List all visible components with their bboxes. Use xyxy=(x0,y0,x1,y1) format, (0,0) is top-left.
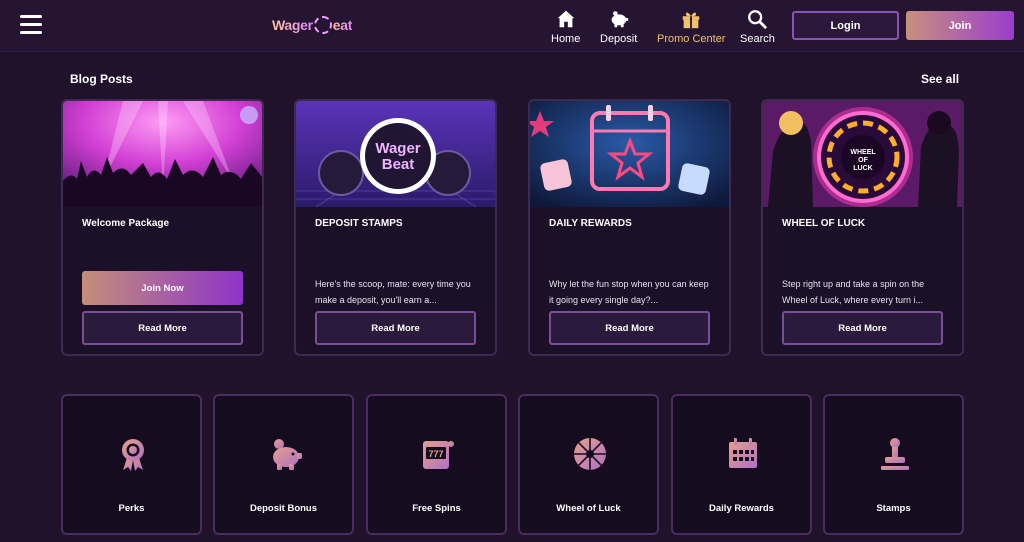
ribbon-award-icon xyxy=(122,439,144,471)
logo-chip-icon xyxy=(313,16,332,34)
nav-promo-center-label: Promo Center xyxy=(657,33,726,45)
nav-search[interactable]: Search xyxy=(740,8,775,46)
nav-home-label: Home xyxy=(551,33,581,45)
menu-icon[interactable] xyxy=(20,15,42,35)
daily-rewards-image xyxy=(530,101,729,207)
read-more-button[interactable]: Read More xyxy=(782,311,943,345)
search-icon xyxy=(748,10,768,29)
promo-tile-label: Free Spins xyxy=(412,503,461,514)
svg-text:OF: OF xyxy=(858,157,868,164)
blog-card-deposit-stamps: Wager Beat DEPOSIT STAMPS Here's the sco… xyxy=(294,99,497,356)
blog-posts-title: Blog Posts xyxy=(70,72,133,86)
promo-tile-wheel-of-luck[interactable]: Wheel of Luck xyxy=(518,394,659,535)
stamp-icon xyxy=(881,438,909,470)
promo-tile-label: Perks xyxy=(118,503,145,514)
wheel-icon xyxy=(574,438,606,470)
blog-card-daily-rewards: DAILY REWARDS Why let the fun stop when … xyxy=(528,99,731,356)
deposit-stamps-image: Wager Beat xyxy=(296,101,495,207)
promo-tile-deposit-bonus[interactable]: Deposit Bonus xyxy=(213,394,354,535)
logo[interactable]: Wager eat xyxy=(272,12,352,38)
join-now-button[interactable]: Join Now xyxy=(82,271,243,305)
promo-tile-perks[interactable]: Perks xyxy=(61,394,202,535)
promo-tile-label: Wheel of Luck xyxy=(556,503,621,514)
slot-machine-icon: 777 xyxy=(423,441,454,469)
promo-tile-label: Daily Rewards xyxy=(709,503,774,514)
blog-card-wheel-of-luck: WHEEL OF LUCK WHEEL OF LUCK Step right u… xyxy=(761,99,964,356)
join-button[interactable]: Join xyxy=(906,11,1014,40)
card-description: Step right up and take a spin on the Whe… xyxy=(782,279,925,305)
nav-home[interactable]: Home xyxy=(551,8,580,46)
promo-tile-label: Stamps xyxy=(876,503,911,514)
piggy-bank-icon xyxy=(611,11,628,28)
wheel-of-luck-image: WHEEL OF LUCK xyxy=(763,101,962,207)
svg-text:LUCK: LUCK xyxy=(853,165,872,172)
card-title: DAILY REWARDS xyxy=(549,218,632,229)
blog-card-welcome: Welcome Package Join Now Read More xyxy=(61,99,264,356)
nav-search-label: Search xyxy=(740,33,775,45)
see-all-link[interactable]: See all xyxy=(921,72,959,86)
svg-text:Beat: Beat xyxy=(382,156,415,173)
svg-text:WHEEL: WHEEL xyxy=(850,149,876,156)
promo-tile-daily-rewards[interactable]: Daily Rewards xyxy=(671,394,812,535)
read-more-button[interactable]: Read More xyxy=(549,311,710,345)
promo-tile-label: Deposit Bonus xyxy=(249,503,318,514)
card-description: Here's the scoop, mate: every time you m… xyxy=(315,279,471,305)
promo-tile-free-spins[interactable]: 777 Free Spins xyxy=(366,394,507,535)
gift-icon xyxy=(682,12,700,29)
top-header: Wager eat Home Deposit Promo Center Sear… xyxy=(0,0,1024,52)
promo-tile-stamps[interactable]: Stamps xyxy=(823,394,964,535)
nav-deposit[interactable]: Deposit xyxy=(600,8,637,46)
home-icon xyxy=(557,10,574,28)
card-title: DEPOSIT STAMPS xyxy=(315,218,403,229)
svg-text:Wager: Wager xyxy=(375,140,420,157)
piggy-bank-icon xyxy=(273,439,302,470)
svg-text:777: 777 xyxy=(428,449,443,459)
login-button[interactable]: Login xyxy=(792,11,899,40)
read-more-button[interactable]: Read More xyxy=(82,311,243,345)
card-description: Why let the fun stop when you can keep i… xyxy=(549,279,709,305)
welcome-package-image xyxy=(63,101,262,207)
card-title: Welcome Package xyxy=(82,218,170,229)
card-title: WHEEL OF LUCK xyxy=(782,218,866,229)
calendar-icon xyxy=(729,438,757,468)
nav-promo-center[interactable]: Promo Center xyxy=(657,8,725,46)
nav-deposit-label: Deposit xyxy=(600,33,638,45)
read-more-button[interactable]: Read More xyxy=(315,311,476,345)
